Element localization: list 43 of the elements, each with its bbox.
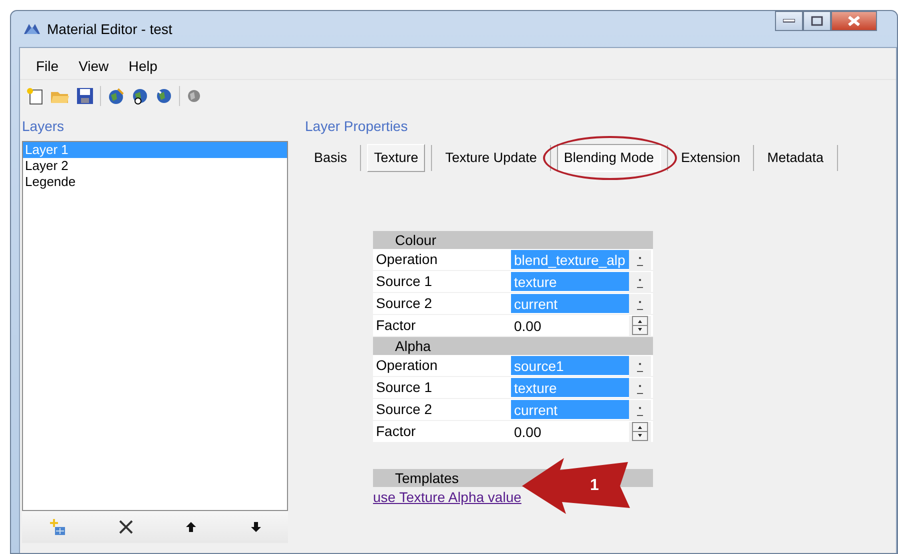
spinner-icon[interactable]: [632, 422, 648, 441]
maximize-button[interactable]: [803, 11, 831, 31]
list-item[interactable]: Layer 2: [23, 158, 287, 174]
property-label: Source 1: [375, 378, 434, 397]
delete-icon[interactable]: [118, 520, 133, 534]
globe-icon[interactable]: [131, 87, 149, 105]
property-label: Factor: [375, 422, 417, 441]
tab[interactable]: Basis: [307, 144, 354, 172]
menu-item[interactable]: Help: [118, 54, 168, 73]
minimize-icon: [783, 19, 795, 23]
app-icon: [23, 22, 41, 36]
group-header: Alpha: [373, 337, 653, 355]
up-arrow-icon[interactable]: [185, 521, 198, 533]
property-value[interactable]: 0.00: [511, 316, 629, 335]
save-icon[interactable]: [76, 87, 94, 105]
list-item[interactable]: Legende: [23, 174, 287, 190]
close-icon: [848, 16, 860, 26]
spinner-icon[interactable]: [632, 316, 648, 335]
group-header: Colour: [373, 231, 653, 249]
close-button[interactable]: [831, 11, 877, 31]
property-label: Operation: [375, 250, 438, 269]
tab[interactable]: Metadata: [760, 144, 831, 172]
panel-heading: Layer Properties: [305, 117, 409, 136]
panel-heading: Layers: [22, 117, 66, 136]
tab[interactable]: Texture: [367, 144, 426, 172]
new-file-icon[interactable]: [26, 87, 44, 105]
down-arrow-icon[interactable]: [250, 521, 262, 533]
tab[interactable]: Extension: [674, 144, 748, 172]
property-value[interactable]: 0.00: [511, 422, 629, 441]
property-label: Factor: [375, 316, 417, 335]
minimize-button[interactable]: [775, 11, 803, 31]
property-label: Operation: [375, 356, 438, 375]
window-title: Material Editor - test: [47, 20, 172, 38]
template-link[interactable]: use Texture Alpha value: [373, 489, 522, 505]
menu-item[interactable]: File: [26, 54, 69, 73]
property-label: Source 2: [375, 400, 434, 419]
menu-item[interactable]: View: [68, 54, 119, 73]
property-label: Source 1: [375, 272, 434, 291]
tab[interactable]: Blending Mode: [556, 144, 661, 172]
add-layer-icon[interactable]: [48, 518, 66, 536]
maximize-icon: [811, 16, 823, 26]
property-label: Source 2: [375, 294, 434, 313]
tab[interactable]: Texture Update: [438, 144, 544, 172]
